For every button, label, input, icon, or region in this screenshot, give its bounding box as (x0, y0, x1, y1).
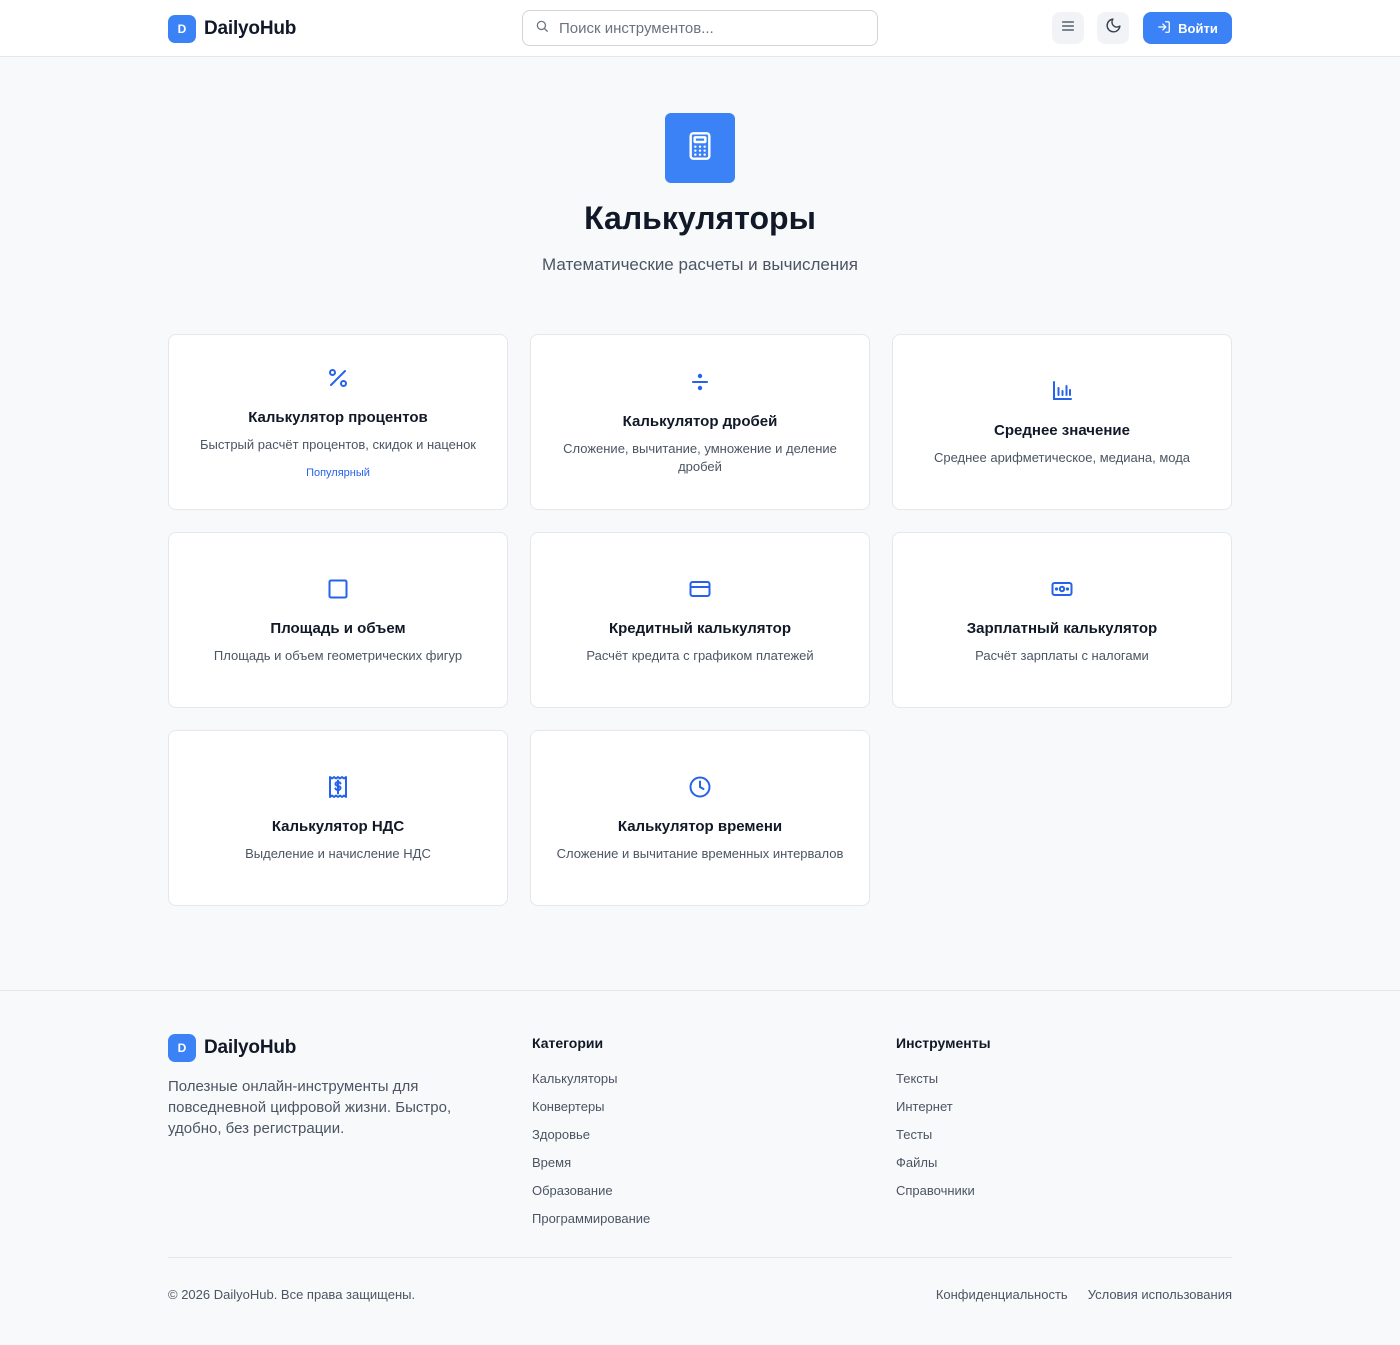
footer-categories-title: Категории (532, 1035, 604, 1051)
tool-card-description: Расчёт зарплаты с налогами (975, 647, 1149, 663)
footer-link-converters[interactable]: Конвертеры (532, 1099, 650, 1127)
tool-card-title: Калькулятор процентов (248, 409, 428, 426)
popular-badge: Популярный (306, 467, 370, 479)
login-label: Войти (1178, 20, 1218, 36)
footer-categories-column: Категории Калькуляторы Конвертеры Здоров… (532, 1035, 650, 1239)
footer-link-programming[interactable]: Программирование (532, 1211, 650, 1239)
tool-card-description: Среднее арифметическое, медиана, мода (933, 449, 1191, 465)
tool-card-description: Быстрый расчёт процентов, скидок и нацен… (199, 437, 476, 452)
search-input[interactable] (559, 19, 859, 37)
footer-link-calculators[interactable]: Калькуляторы (532, 1071, 650, 1099)
footer-link-files[interactable]: Файлы (896, 1155, 991, 1183)
privacy-link[interactable]: Конфиденциальность (936, 1287, 1068, 1302)
logo-text: DailyoHub (204, 18, 297, 39)
tool-card-fractions[interactable]: Калькулятор дробей Сложение, вычитание, … (530, 334, 870, 510)
footer-logo-text: DailyoHub (204, 1037, 297, 1058)
tool-card-area-volume[interactable]: Площадь и объем Площадь и объем геометри… (168, 532, 508, 708)
page-title: Калькуляторы (584, 200, 816, 236)
tool-card-title: Калькулятор времени (617, 817, 783, 835)
tool-card-title: Кредитный калькулятор (608, 619, 791, 637)
footer-link-time[interactable]: Время (532, 1155, 650, 1183)
footer-link-internet[interactable]: Интернет (896, 1099, 991, 1127)
page-subtitle: Математические расчеты и вычисления (542, 255, 858, 274)
footer-link-texts[interactable]: Тексты (896, 1071, 991, 1099)
tool-card-title: Зарплатный калькулятор (966, 619, 1158, 637)
tool-card-average[interactable]: Среднее значение Среднее арифметическое,… (892, 334, 1232, 510)
tool-card-title: Площадь и объем (270, 619, 406, 637)
receipt-icon (325, 774, 351, 800)
tool-card-description: Сложение и вычитание временных интервало… (556, 845, 844, 861)
theme-toggle-button[interactable] (1097, 12, 1129, 44)
footer-divider (168, 1257, 1232, 1258)
footer-tools-title: Инструменты (896, 1035, 991, 1051)
footer-tools-column: Инструменты Тексты Интернет Тесты Файлы … (896, 1035, 991, 1211)
tool-card-percent[interactable]: Калькулятор процентов Быстрый расчёт про… (168, 334, 508, 510)
footer-link-education[interactable]: Образование (532, 1183, 650, 1211)
copyright-text: © 2026 DailyoHub. Все права защищены. (168, 1287, 416, 1302)
menu-button[interactable] (1052, 12, 1084, 44)
tool-card-title: Калькулятор дробей (622, 412, 778, 430)
calculator-icon (684, 130, 716, 167)
login-button[interactable]: Войти (1143, 12, 1232, 44)
tool-card-credit[interactable]: Кредитный калькулятор Расчёт кредита с г… (530, 532, 870, 708)
footer-logo-badge: D (168, 1034, 196, 1062)
clock-icon (687, 774, 713, 800)
logo-link[interactable]: D DailyoHub (168, 15, 296, 43)
moon-icon (1105, 17, 1122, 39)
credit-card-icon (687, 576, 713, 602)
search-box[interactable] (522, 10, 878, 46)
tool-card-salary[interactable]: Зарплатный калькулятор Расчёт зарплаты с… (892, 532, 1232, 708)
footer-link-health[interactable]: Здоровье (532, 1127, 650, 1155)
banknote-icon (1049, 576, 1075, 602)
tool-card-description: Площадь и объем геометрических фигур (213, 647, 463, 663)
top-header: D DailyoHub Войти (0, 0, 1400, 57)
tool-card-description: Сложение, вычитание, умножение и деление… (563, 440, 837, 474)
tool-card-title: Калькулятор НДС (271, 817, 405, 835)
page-footer: D DailyoHub Полезные онлайн-инструменты … (0, 990, 1400, 1345)
tool-card-description: Расчёт кредита с графиком платежей (586, 647, 814, 663)
footer-logo-link[interactable]: D DailyoHub (168, 1034, 296, 1062)
logo-badge: D (168, 15, 196, 43)
divide-icon (687, 369, 713, 395)
bar-chart-icon (1049, 378, 1075, 404)
search-icon (535, 19, 549, 38)
tool-card-title: Среднее значение (994, 421, 1130, 439)
square-icon (325, 576, 351, 602)
tool-card-vat[interactable]: Калькулятор НДС Выделение и начисление Н… (168, 730, 508, 906)
footer-link-references[interactable]: Справочники (896, 1183, 991, 1211)
footer-link-tests[interactable]: Тесты (896, 1127, 991, 1155)
tool-card-time[interactable]: Калькулятор времени Сложение и вычитание… (530, 730, 870, 906)
percent-icon (325, 365, 351, 391)
footer-legal-links: Конфиденциальность Условия использования (936, 1287, 1232, 1302)
menu-icon (1060, 18, 1076, 39)
login-icon (1157, 20, 1171, 37)
terms-link[interactable]: Условия использования (1088, 1287, 1232, 1302)
tool-card-description: Выделение и начисление НДС (245, 845, 431, 861)
category-hero-icon (665, 113, 735, 183)
footer-about-text: Полезные онлайн-инструменты для повседне… (168, 1078, 452, 1137)
